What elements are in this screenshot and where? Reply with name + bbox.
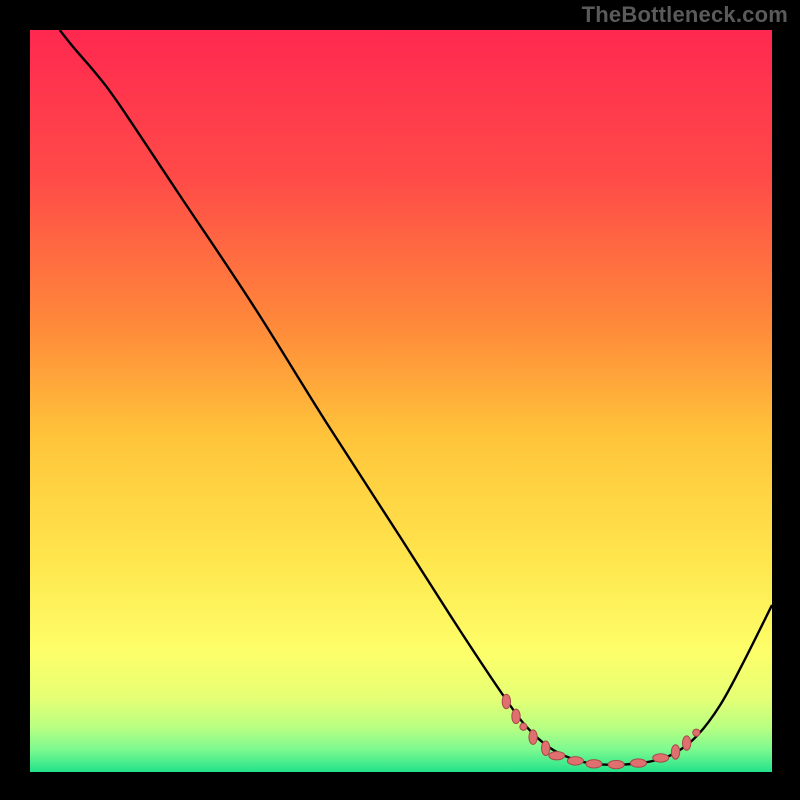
marker-point [682, 736, 690, 750]
marker-point [608, 760, 624, 768]
marker-point [541, 741, 549, 755]
marker-point [693, 729, 700, 736]
marker-point [512, 709, 520, 723]
plot-background [30, 30, 772, 772]
marker-point [586, 760, 602, 768]
chart-svg [0, 0, 800, 800]
marker-point [630, 759, 646, 767]
marker-point [671, 745, 679, 759]
watermark-text: TheBottleneck.com [582, 2, 788, 28]
marker-point [653, 754, 669, 762]
marker-point [549, 751, 565, 759]
marker-point [502, 694, 510, 708]
marker-point [520, 723, 527, 730]
marker-point [529, 730, 537, 744]
chart-frame: { "watermark": "TheBottleneck.com", "cha… [0, 0, 800, 800]
marker-point [567, 757, 583, 765]
